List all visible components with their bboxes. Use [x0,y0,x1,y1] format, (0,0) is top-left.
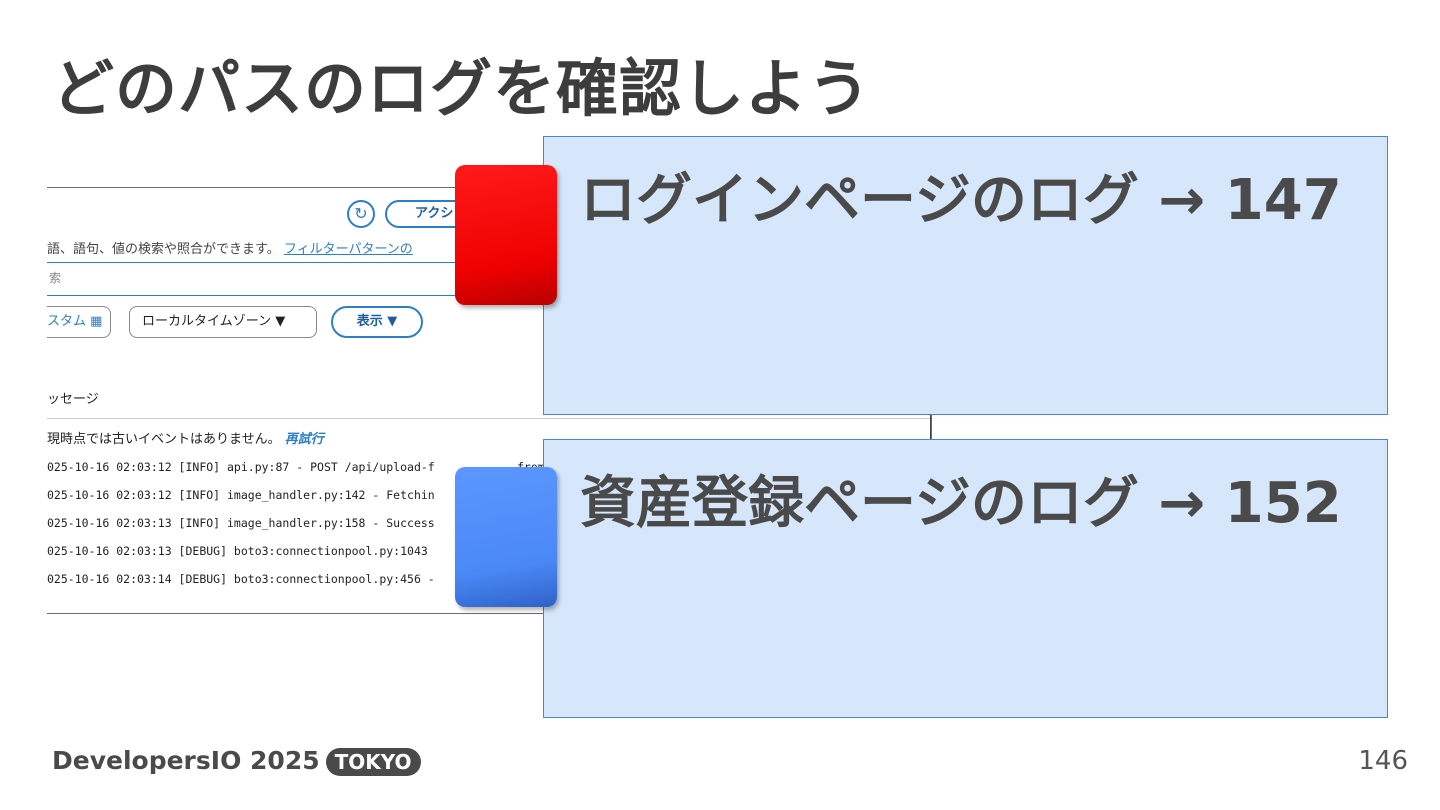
view-button[interactable]: 表示 ▼ [331,306,423,338]
help-text: 語、語句、値の検索や照合ができます。 フィルターパターンの [47,238,413,257]
message-column-header: ッセージ [47,392,99,407]
callout-text: ログインページのログ → 147 [580,168,1342,233]
log-line[interactable]: 025-10-16 02:03:12 [INFO] image_handler.… [47,488,435,502]
brand-name: DevelopersIO 2025 [52,746,320,775]
brand-tag: TOKYO [325,748,421,776]
no-older-events-notice: 現時点では古いイベントはありません。 再試行 [47,428,324,447]
notice-text: 現時点では古いイベントはありません。 [47,432,281,447]
log-line[interactable]: 025-10-16 02:03:13 [INFO] image_handler.… [47,516,435,530]
log-line[interactable]: 025-10-16 02:03:13 [DEBUG] boto3:connect… [47,544,428,558]
blue-marker-icon [455,467,557,607]
callout-login-log: ログインページのログ → 147 [543,136,1388,415]
callout-asset-log: 資産登録ページのログ → 152 [543,439,1388,718]
custom-range-button[interactable]: スタム ▦ [47,306,112,338]
callout-text: 資産登録ページのログ → 152 [580,471,1342,536]
red-marker-icon [455,165,557,305]
log-line[interactable]: 025-10-16 02:03:14 [DEBUG] boto3:connect… [47,572,435,586]
slide-title: どのパスのログを確認しよう [52,52,872,125]
log-line-text: 025-10-16 02:03:12 [INFO] api.py:87 - PO… [47,460,435,474]
timezone-select[interactable]: ローカルタイムゾーン ▼ [129,306,317,338]
filter-pattern-link[interactable]: フィルターパターンの [284,242,413,257]
retry-link[interactable]: 再試行 [285,432,324,447]
log-line[interactable]: 025-10-16 02:03:12 [INFO] api.py:87 - PO… [47,460,435,474]
footer-brand: DevelopersIO 2025 TOKYO [52,746,421,776]
header-divider [47,418,931,419]
page-number: 146 [1358,746,1408,776]
refresh-icon[interactable]: ↻ [347,200,375,228]
connector-line [930,415,931,439]
help-description: 語、語句、値の検索や照合ができます。 [47,242,280,257]
